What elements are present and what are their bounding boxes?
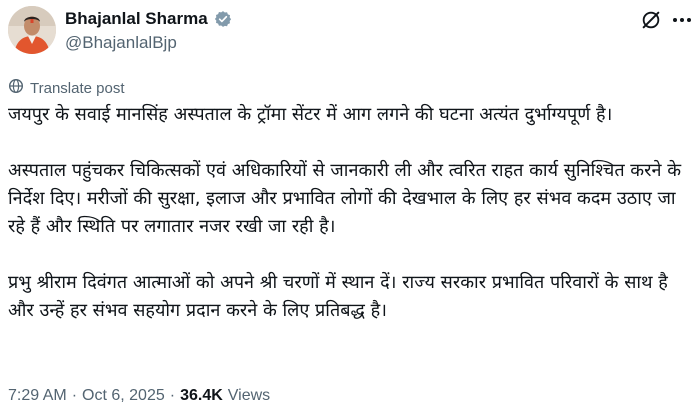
post-paragraph: अस्पताल पहुंचकर चिकित्सकों एवं अधिकारियो… bbox=[8, 160, 682, 237]
views-count[interactable]: 36.4K bbox=[180, 387, 223, 405]
more-dots-icon[interactable] bbox=[670, 10, 694, 30]
translate-post-label: Translate post bbox=[30, 79, 125, 97]
post-meta: 7:29 AM · Oct 6, 2025 · 36.4K Views bbox=[8, 387, 270, 405]
avatar[interactable] bbox=[8, 6, 56, 54]
post-paragraph: प्रभु श्रीराम दिवंगत आत्माओं को अपने श्र… bbox=[8, 272, 668, 321]
author-display-name[interactable]: Bhajanlal Sharma bbox=[65, 9, 208, 29]
meta-separator: · bbox=[169, 387, 176, 404]
post-date[interactable]: Oct 6, 2025 bbox=[82, 387, 165, 405]
translate-post-link[interactable]: Translate post bbox=[8, 78, 125, 98]
post-time[interactable]: 7:29 AM bbox=[8, 387, 67, 405]
author-handle[interactable]: @BhajanlalBjp bbox=[65, 33, 177, 53]
meta-separator: · bbox=[71, 387, 78, 404]
post-paragraph: जयपुर के सवाई मानसिंह अस्पताल के ट्रॉमा … bbox=[8, 104, 613, 125]
globe-icon bbox=[8, 78, 24, 98]
views-label: Views bbox=[227, 387, 271, 404]
verified-badge-icon[interactable] bbox=[214, 10, 232, 28]
avatar-photo bbox=[8, 6, 56, 54]
grok-icon[interactable] bbox=[640, 9, 662, 31]
author-name-row: Bhajanlal Sharma bbox=[65, 9, 232, 29]
post-text: जयपुर के सवाई मानसिंह अस्पताल के ट्रॉमा … bbox=[8, 101, 694, 325]
